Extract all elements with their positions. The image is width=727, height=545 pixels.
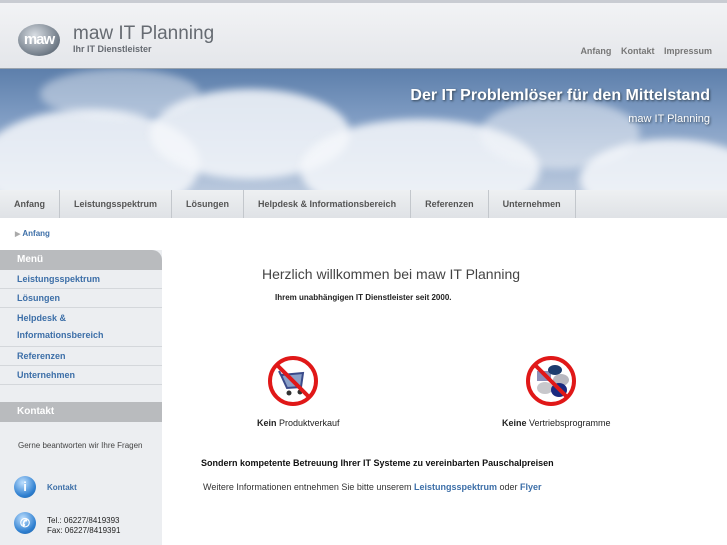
feature1-bold: Kein: [257, 418, 277, 428]
sidebar-item-unternehmen[interactable]: Unternehmen: [0, 366, 162, 385]
banner: Der IT Problemlöser für den Mittelstand …: [0, 69, 727, 190]
contact-heading: Kontakt: [0, 402, 162, 422]
phone-icon: ✆: [14, 512, 36, 534]
feature2-text: Vertriebsprogramme: [526, 418, 611, 428]
contact-phone: Tel.: 06227/8419393 Fax: 06227/8419391: [47, 516, 120, 536]
flyer-link[interactable]: Flyer: [520, 482, 542, 492]
tel: Tel.: 06227/8419393: [47, 516, 120, 525]
feature-no-product-sales: Kein Produktverkauf: [257, 418, 340, 428]
sidebar: Menü Leistungsspektrum Lösungen Helpdesk…: [0, 250, 162, 545]
sidebar-item-leistungsspektrum[interactable]: Leistungsspektrum: [0, 270, 162, 289]
fax: Fax: 06227/8419391: [47, 526, 121, 535]
statement: Sondern kompetente Betreuung Ihrer IT Sy…: [201, 458, 554, 468]
feature-no-sales-programs: Keine Vertriebsprogramme: [502, 418, 611, 428]
header: maw maw IT Planning Ihr IT Dienstleister…: [0, 0, 727, 69]
page-subtitle: Ihrem unabhängigen IT Dienstleister seit…: [275, 293, 452, 302]
nav-loesungen[interactable]: Lösungen: [172, 190, 245, 218]
nav-unternehmen[interactable]: Unternehmen: [489, 190, 576, 218]
sidebar-item-loesungen[interactable]: Lösungen: [0, 289, 162, 308]
nav-referenzen[interactable]: Referenzen: [411, 190, 489, 218]
top-link-kontakt[interactable]: Kontakt: [621, 46, 655, 56]
banner-subline: maw IT Planning: [628, 113, 710, 125]
main-nav: Anfang Leistungsspektrum Lösungen Helpde…: [0, 190, 727, 218]
more-prefix: Weitere Informationen entnehmen Sie bitt…: [203, 482, 414, 492]
more-info: Weitere Informationen entnehmen Sie bitt…: [203, 482, 542, 492]
page-title: Herzlich willkommen bei maw IT Planning: [262, 266, 521, 282]
more-mid: oder: [496, 482, 520, 492]
triangle-icon: ▶: [15, 231, 21, 238]
feature1-text: Produktverkauf: [276, 418, 340, 428]
banner-headline: Der IT Problemlöser für den Mittelstand: [410, 87, 710, 104]
no-sales-programs-icon: [526, 356, 576, 406]
nav-leistungsspektrum[interactable]: Leistungsspektrum: [60, 190, 173, 218]
logo[interactable]: maw: [18, 24, 60, 56]
leistungsspektrum-link[interactable]: Leistungsspektrum: [414, 482, 497, 492]
top-link-anfang[interactable]: Anfang: [580, 46, 611, 56]
menu-heading: Menü: [0, 250, 162, 270]
brand-name: maw IT Planning: [73, 23, 215, 44]
breadcrumb-anfang[interactable]: Anfang: [22, 229, 50, 238]
sidebar-item-referenzen[interactable]: Referenzen: [0, 347, 162, 366]
breadcrumb: ▶ Anfang: [15, 229, 50, 238]
feature2-bold: Keine: [502, 418, 527, 428]
nav-helpdesk[interactable]: Helpdesk & Informationsbereich: [244, 190, 412, 218]
no-shopping-cart-icon: [268, 356, 318, 406]
top-link-impressum[interactable]: Impressum: [664, 46, 712, 56]
contact-link[interactable]: Kontakt: [47, 483, 77, 492]
contact-text: Gerne beantworten wir Ihre Fragen: [18, 441, 143, 450]
nav-anfang[interactable]: Anfang: [0, 190, 60, 218]
info-icon: i: [14, 476, 36, 498]
top-links: Anfang Kontakt Impressum: [573, 46, 712, 56]
tagline: Ihr IT Dienstleister: [73, 44, 152, 54]
sidebar-item-helpdesk[interactable]: Helpdesk & Informationsbereich: [0, 308, 162, 347]
